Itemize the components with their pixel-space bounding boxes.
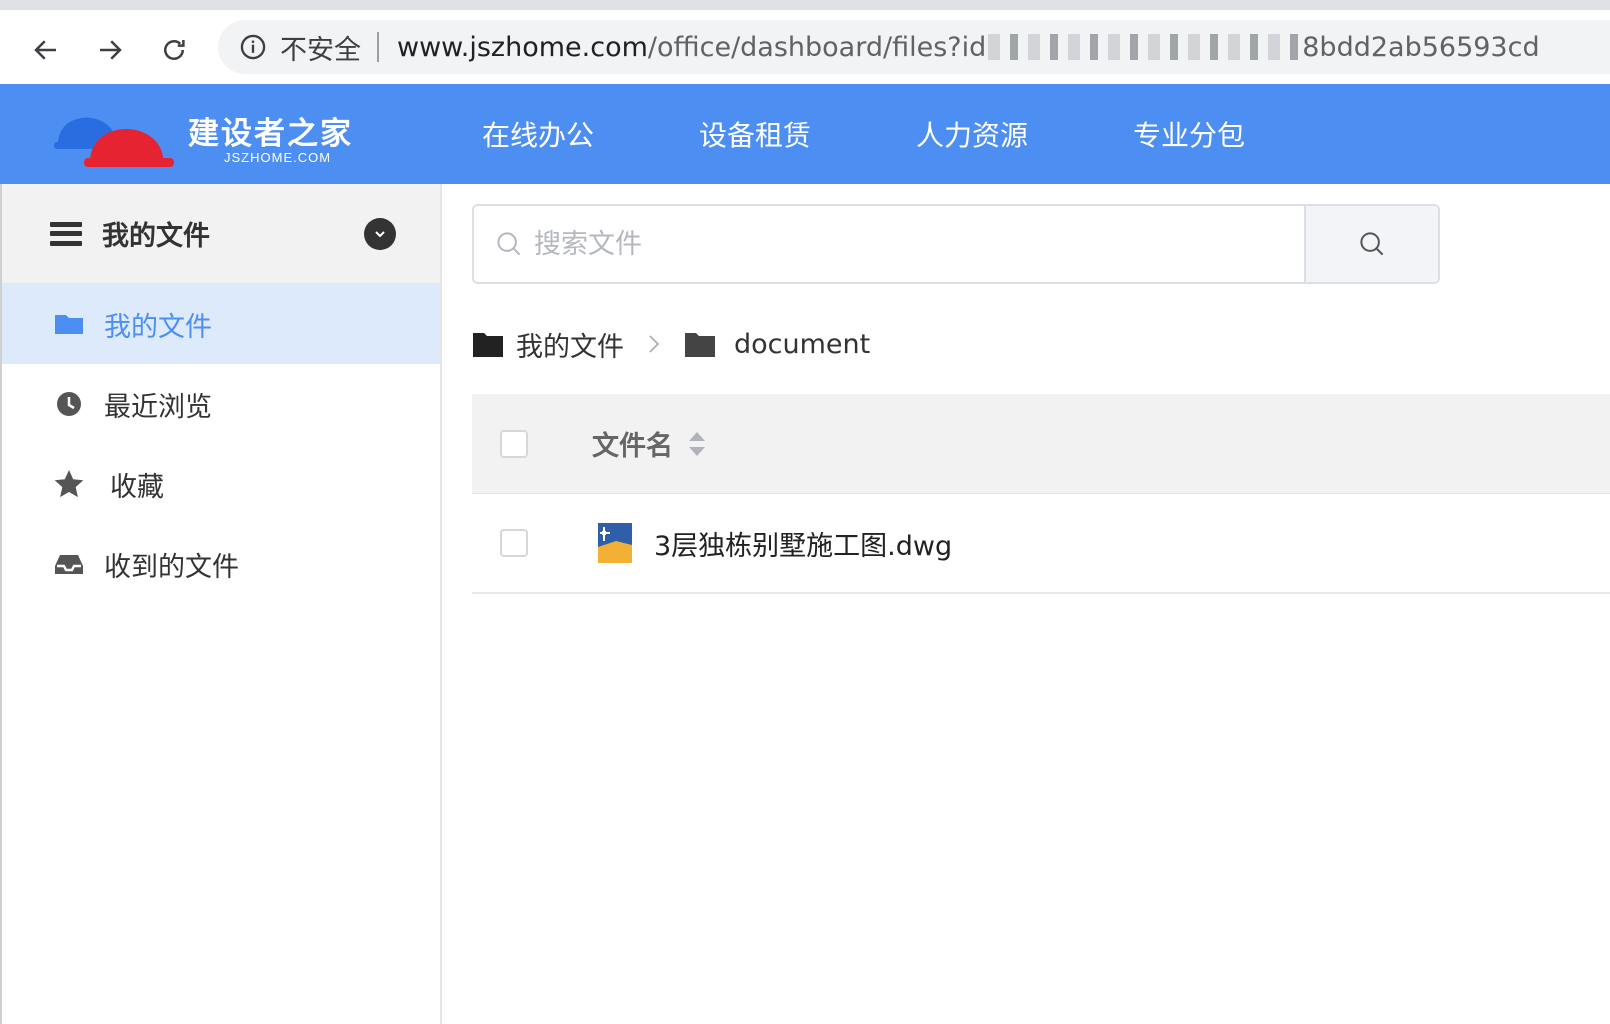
arrow-left-icon (34, 40, 56, 60)
inbox-icon (52, 547, 86, 581)
address-bar[interactable]: 不安全 www.jszhome.com /office/dashboard/fi… (218, 20, 1610, 74)
sidebar-collapse-button[interactable] (364, 218, 396, 250)
breadcrumb-item-document[interactable]: document (684, 329, 870, 360)
sidebar-item-label: 收藏 (110, 471, 164, 503)
sidebar-title: 我的文件 (102, 221, 210, 252)
search-icon (1360, 232, 1384, 256)
top-nav: 在线办公 设备租赁 人力资源 专业分包 (482, 84, 1350, 184)
star-icon (52, 467, 86, 501)
url-path: /office/dashboard/files?id (647, 31, 987, 63)
sort-icon[interactable] (687, 430, 707, 458)
logo-subtitle: JSZHOME.COM (224, 150, 332, 165)
reload-button[interactable] (150, 26, 198, 74)
folder-icon (52, 307, 86, 341)
sidebar-item-favorites[interactable]: 收藏 (2, 444, 440, 524)
breadcrumb-label: 我的文件 (516, 331, 624, 363)
breadcrumb-item-my-files[interactable]: 我的文件 (472, 325, 624, 364)
url-host: www.jszhome.com (397, 31, 648, 63)
sidebar-item-received[interactable]: 收到的文件 (2, 524, 440, 604)
sidebar-item-label: 我的文件 (104, 311, 212, 343)
breadcrumb-label: document (734, 328, 871, 360)
nav-equipment-rental[interactable]: 设备租赁 (699, 114, 811, 154)
security-label: 不安全 (280, 34, 361, 66)
url-text[interactable]: www.jszhome.com /office/dashboard/files?… (397, 32, 1540, 63)
search-field[interactable] (474, 206, 1304, 282)
sidebar-header: 我的文件 (2, 184, 440, 284)
sidebar-item-label: 收到的文件 (104, 551, 239, 583)
forward-button[interactable] (86, 26, 134, 74)
table-header: 文件名 (472, 394, 1610, 494)
clock-icon (52, 387, 86, 421)
search-box (472, 204, 1440, 284)
table-row[interactable]: 3层独栋别墅施工图.dwg (472, 494, 1610, 594)
folder-icon (473, 333, 503, 357)
menu-icon[interactable] (50, 221, 82, 246)
dwg-file-icon (598, 523, 632, 563)
column-header-label: 文件名 (592, 431, 673, 462)
address-separator (377, 32, 379, 62)
file-name-link[interactable]: 3层独栋别墅施工图.dwg (654, 524, 952, 563)
reload-icon (164, 40, 185, 60)
row-checkbox[interactable] (500, 529, 528, 557)
back-button[interactable] (22, 26, 70, 74)
chevron-down-icon (375, 231, 385, 238)
info-icon[interactable] (238, 32, 268, 62)
helmet-logo-icon (54, 117, 174, 167)
chevron-right-icon (646, 333, 662, 355)
folder-icon (685, 333, 715, 357)
logo-title: 建设者之家 (188, 116, 353, 152)
sidebar-item-recent[interactable]: 最近浏览 (2, 364, 440, 444)
url-tail: 8bdd2ab56593cd (1302, 31, 1540, 63)
sidebar: 我的文件 我的文件 最近浏览 收藏 收到的文件 (0, 184, 442, 1024)
sidebar-item-label: 最近浏览 (104, 391, 212, 423)
nav-human-resources[interactable]: 人力资源 (916, 114, 1028, 154)
search-button[interactable] (1304, 206, 1438, 282)
site-header: 建设者之家 JSZHOME.COM 在线办公 设备租赁 人力资源 专业分包 (0, 84, 1610, 184)
column-header-filename[interactable]: 文件名 (592, 424, 707, 463)
site-logo[interactable]: 建设者之家 JSZHOME.COM (54, 100, 384, 170)
file-table: 文件名 3层独栋别墅施工图.dwg (472, 394, 1610, 594)
search-input[interactable] (534, 228, 1254, 260)
browser-toolbar: 不安全 www.jszhome.com /office/dashboard/fi… (0, 0, 1610, 84)
search-icon (497, 232, 521, 256)
nav-online-office[interactable]: 在线办公 (482, 114, 594, 154)
select-all-checkbox[interactable] (500, 429, 528, 458)
url-redacted-segment (988, 34, 1301, 60)
breadcrumb: 我的文件 document (472, 324, 870, 364)
sidebar-item-my-files[interactable]: 我的文件 (2, 284, 440, 364)
arrow-right-icon (100, 40, 122, 60)
nav-subcontracting[interactable]: 专业分包 (1133, 114, 1245, 154)
